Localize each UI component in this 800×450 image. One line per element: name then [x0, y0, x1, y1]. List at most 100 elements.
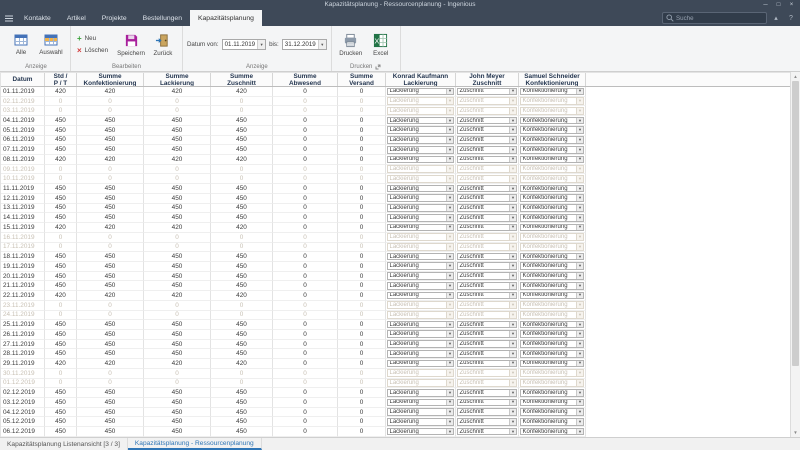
dropdown-arrow-icon[interactable]: ▾	[576, 254, 583, 260]
dropdown-arrow-icon[interactable]: ▾	[509, 273, 516, 279]
dropdown-samuel-schneider[interactable]: Konfektionierung ▾	[520, 233, 584, 241]
dropdown-arrow-icon[interactable]: ▾	[509, 351, 516, 357]
dropdown-samuel-schneider[interactable]: Konfektionierung ▾	[520, 379, 584, 387]
dropdown-arrow-icon[interactable]: ▾	[509, 380, 516, 386]
dropdown-john-meyer[interactable]: Zuschnitt ▾	[457, 281, 517, 290]
dropdown-samuel-schneider[interactable]: Konfektionierung ▾	[520, 243, 584, 251]
dropdown-arrow-icon[interactable]: ▾	[509, 244, 516, 250]
dropdown-arrow-icon[interactable]: ▾	[576, 409, 583, 415]
dropdown-john-meyer[interactable]: Zuschnitt ▾	[457, 204, 517, 212]
dropdown-john-meyer[interactable]: Zuschnitt ▾	[457, 369, 517, 378]
dropdown-konrad-kaufmann[interactable]: Lackierung ▾	[387, 194, 454, 203]
dropdown-arrow-icon[interactable]: ▾	[446, 234, 453, 240]
table-row[interactable]: 04.12.2019 450 450 450 450 0 0 Lackierun…	[1, 407, 790, 418]
table-row[interactable]: 19.11.2019 450 450 450 450 0 0 Lackierun…	[1, 261, 790, 272]
dropdown-arrow-icon[interactable]: ▾	[576, 205, 583, 211]
column-header[interactable]: Summe Zuschnitt	[211, 73, 273, 86]
dropdown-john-meyer[interactable]: Zuschnitt ▾	[457, 97, 517, 105]
ribbon-tab[interactable]: Projekte	[94, 10, 135, 26]
dropdown-arrow-icon[interactable]: ▾	[576, 361, 583, 367]
dropdown-arrow-icon[interactable]: ▾	[509, 186, 516, 192]
speichern-button[interactable]: Speichern	[114, 28, 148, 62]
dropdown-john-meyer[interactable]: Zuschnitt ▾	[457, 291, 517, 300]
dropdown-arrow-icon[interactable]: ▾	[576, 322, 583, 328]
dropdown-john-meyer[interactable]: Zuschnitt ▾	[457, 330, 517, 339]
dropdown-john-meyer[interactable]: Zuschnitt ▾	[457, 106, 517, 115]
dropdown-arrow-icon[interactable]: ▾	[446, 254, 453, 260]
dropdown-arrow-icon[interactable]: ▾	[446, 399, 453, 406]
dialog-launcher-icon[interactable]	[375, 64, 381, 70]
dropdown-arrow-icon[interactable]: ▾	[576, 390, 583, 396]
dropdown-samuel-schneider[interactable]: Konfektionierung ▾	[520, 398, 584, 407]
dropdown-arrow-icon[interactable]: ▾	[509, 419, 516, 425]
dropdown-konrad-kaufmann[interactable]: Lackierung ▾	[387, 301, 454, 310]
table-row[interactable]: 15.11.2019 420 420 420 420 0 0 Lackierun…	[1, 223, 790, 233]
dropdown-arrow-icon[interactable]: ▾	[446, 88, 453, 95]
dropdown-samuel-schneider[interactable]: Konfektionierung ▾	[520, 145, 584, 154]
dropdown-konrad-kaufmann[interactable]: Lackierung ▾	[387, 359, 454, 368]
dropdown-arrow-icon[interactable]: ▾	[509, 215, 516, 221]
dropdown-samuel-schneider[interactable]: Konfektionierung ▾	[520, 408, 584, 416]
dropdown-john-meyer[interactable]: Zuschnitt ▾	[457, 184, 517, 193]
dropdown-arrow-icon[interactable]: ▾	[576, 147, 583, 153]
dropdown-konrad-kaufmann[interactable]: Lackierung ▾	[387, 126, 454, 135]
dropdown-konrad-kaufmann[interactable]: Lackierung ▾	[387, 272, 454, 280]
dropdown-arrow-icon[interactable]: ▾	[576, 370, 583, 377]
dropdown-samuel-schneider[interactable]: Konfektionierung ▾	[520, 349, 584, 358]
dropdown-arrow-icon[interactable]: ▾	[446, 380, 453, 386]
dropdown-samuel-schneider[interactable]: Konfektionierung ▾	[520, 359, 584, 368]
dropdown-konrad-kaufmann[interactable]: Lackierung ▾	[387, 349, 454, 358]
dropdown-arrow-icon[interactable]: ▾	[446, 361, 453, 367]
dropdown-samuel-schneider[interactable]: Konfektionierung ▾	[520, 281, 584, 290]
dropdown-konrad-kaufmann[interactable]: Lackierung ▾	[387, 262, 454, 271]
dropdown-arrow-icon[interactable]: ▾	[446, 390, 453, 396]
dropdown-john-meyer[interactable]: Zuschnitt ▾	[457, 136, 517, 144]
dropdown-arrow-icon[interactable]: ▾	[509, 137, 516, 143]
column-header[interactable]: Summe Versand	[338, 73, 386, 86]
search-input[interactable]	[676, 14, 763, 22]
date-to-input[interactable]: 31.12.2019 ▾	[281, 39, 327, 50]
dropdown-john-meyer[interactable]: Zuschnitt ▾	[457, 359, 517, 368]
column-header[interactable]: Summe Konfektionierung	[77, 73, 144, 86]
dropdown-konrad-kaufmann[interactable]: Lackierung ▾	[387, 398, 454, 407]
dropdown-john-meyer[interactable]: Zuschnitt ▾	[457, 233, 517, 241]
dropdown-samuel-schneider[interactable]: Konfektionierung ▾	[520, 369, 584, 378]
dropdown-arrow-icon[interactable]: ▾	[576, 380, 583, 386]
dropdown-arrow-icon[interactable]: ▾	[446, 156, 453, 163]
dropdown-samuel-schneider[interactable]: Konfektionierung ▾	[520, 126, 584, 135]
dropdown-konrad-kaufmann[interactable]: Lackierung ▾	[387, 87, 454, 96]
dropdown-konrad-kaufmann[interactable]: Lackierung ▾	[387, 145, 454, 154]
table-row[interactable]: 12.11.2019 450 450 450 450 0 0 Lackierun…	[1, 193, 790, 204]
dropdown-arrow-icon[interactable]: ▾	[446, 118, 453, 124]
dropdown-arrow-icon[interactable]: ▾	[576, 331, 583, 338]
dropdown-samuel-schneider[interactable]: Konfektionierung ▾	[520, 388, 584, 397]
dropdown-konrad-kaufmann[interactable]: Lackierung ▾	[387, 155, 454, 164]
dropdown-john-meyer[interactable]: Zuschnitt ▾	[457, 243, 517, 251]
table-row[interactable]: 17.11.2019 0 0 0 0 0 0 Lackierung ▾ Zusc…	[1, 242, 790, 253]
table-row[interactable]: 27.11.2019 450 450 450 450 0 0 Lackierun…	[1, 339, 790, 350]
table-row[interactable]: 05.12.2019 450 450 450 450 0 0 Lackierun…	[1, 417, 790, 428]
table-row[interactable]: 21.11.2019 450 450 450 450 0 0 Lackierun…	[1, 281, 790, 292]
zurueck-button[interactable]: Zurück	[148, 28, 178, 62]
dropdown-arrow-icon[interactable]: ▾	[446, 147, 453, 153]
dropdown-arrow-icon[interactable]: ▾	[446, 166, 453, 172]
dropdown-arrow-icon[interactable]: ▾	[509, 225, 516, 231]
dropdown-arrow-icon[interactable]: ▾	[446, 273, 453, 279]
dropdown-arrow-icon[interactable]: ▾	[509, 98, 516, 104]
dropdown-samuel-schneider[interactable]: Konfektionierung ▾	[520, 97, 584, 105]
scroll-down-icon[interactable]: ▼	[791, 428, 800, 437]
dropdown-arrow-icon[interactable]: ▾	[509, 254, 516, 260]
table-row[interactable]: 04.11.2019 450 450 450 450 0 0 Lackierun…	[1, 116, 790, 126]
dropdown-arrow-icon[interactable]: ▾	[576, 399, 583, 406]
dropdown-arrow-icon[interactable]: ▾	[576, 156, 583, 163]
maximize-icon[interactable]: □	[772, 0, 785, 10]
dropdown-john-meyer[interactable]: Zuschnitt ▾	[457, 379, 517, 387]
dropdown-john-meyer[interactable]: Zuschnitt ▾	[457, 87, 517, 96]
dropdown-arrow-icon[interactable]: ▾	[509, 166, 516, 172]
table-row[interactable]: 13.11.2019 450 450 450 450 0 0 Lackierun…	[1, 203, 790, 214]
dropdown-arrow-icon[interactable]: ▾	[446, 205, 453, 211]
dropdown-konrad-kaufmann[interactable]: Lackierung ▾	[387, 116, 454, 125]
table-row[interactable]: 11.11.2019 450 450 450 450 0 0 Lackierun…	[1, 184, 790, 194]
dropdown-arrow-icon[interactable]: ▾	[509, 341, 516, 347]
column-header[interactable]: Summe Lackierung	[144, 73, 211, 86]
